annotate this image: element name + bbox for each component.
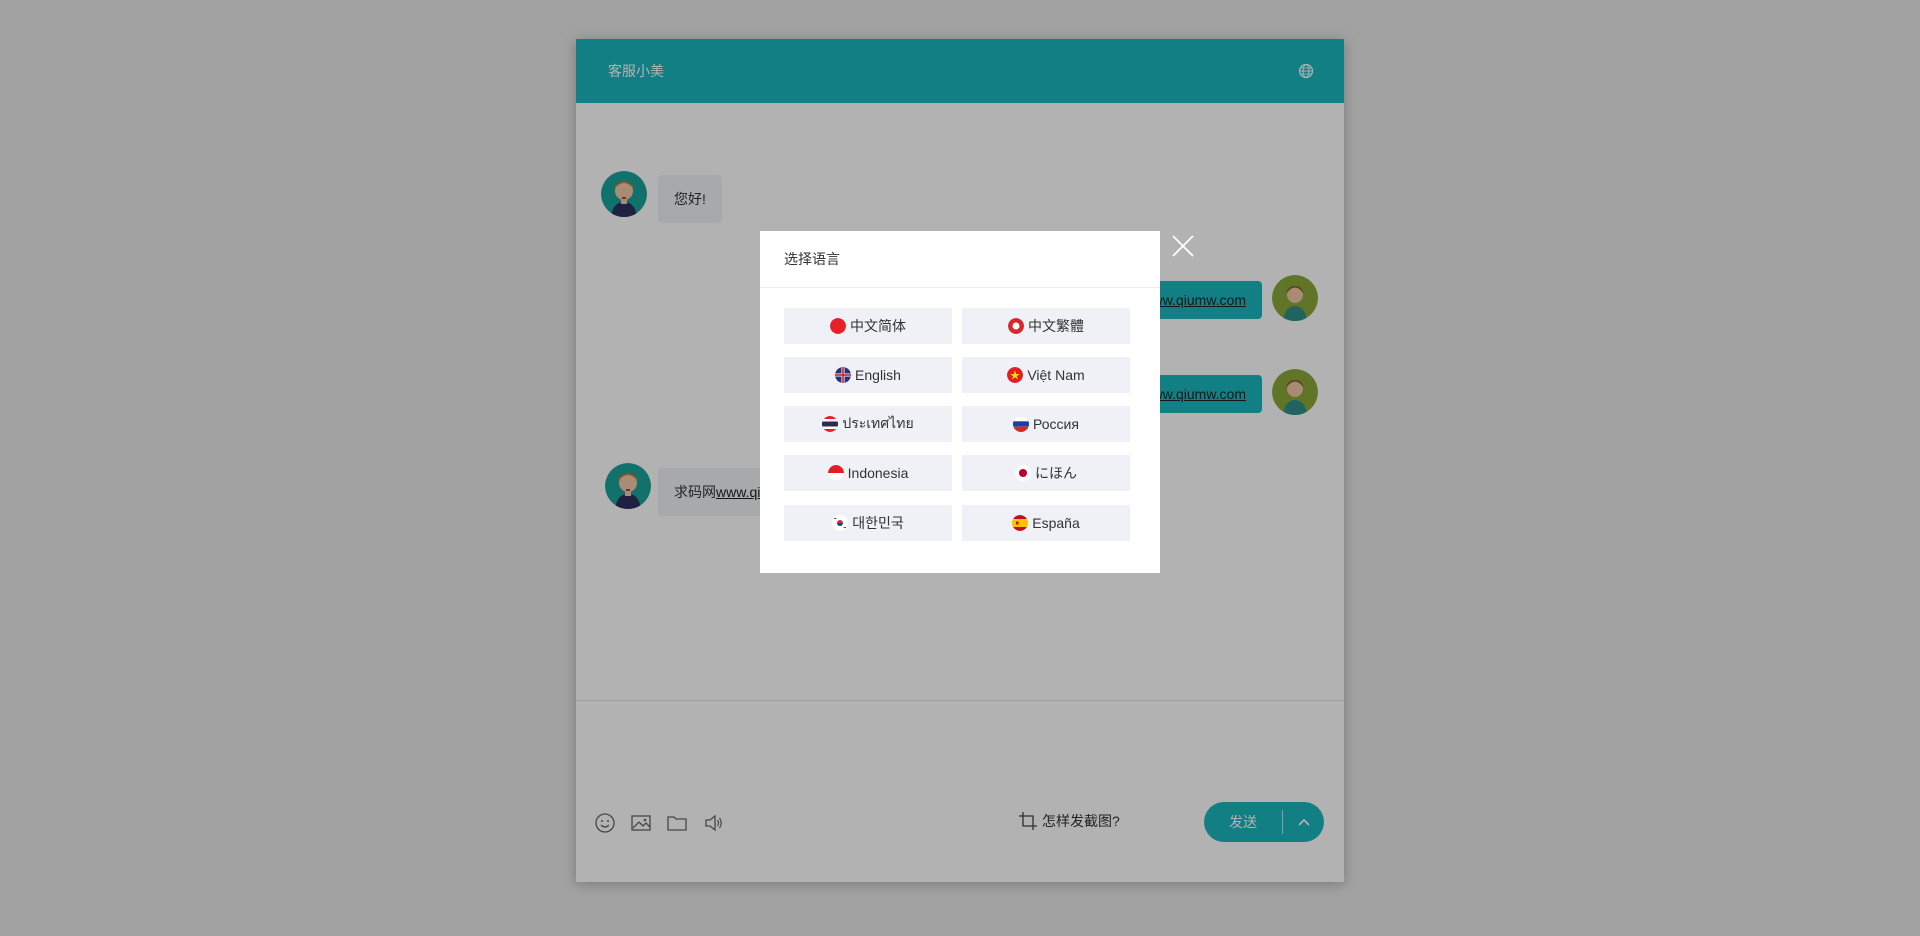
id-flag-icon — [827, 465, 844, 481]
modal-divider — [760, 287, 1160, 288]
th-flag-icon — [822, 416, 839, 432]
language-option[interactable]: にほん — [962, 455, 1130, 491]
language-label: Indonesia — [847, 465, 909, 481]
kr-flag-icon — [832, 515, 849, 531]
language-label: ประเทศไทย — [842, 415, 914, 431]
language-label: Россия — [1033, 416, 1079, 432]
language-option[interactable]: 中文繁體 — [962, 308, 1130, 344]
cn-flag-icon — [830, 318, 846, 334]
language-option[interactable]: 대한민국 — [784, 505, 952, 541]
hk-flag-icon — [1008, 318, 1024, 334]
language-option[interactable]: ประเทศไทย — [784, 406, 952, 442]
jp-flag-icon — [1015, 465, 1031, 481]
language-label: English — [855, 367, 901, 383]
language-label: にほん — [1035, 465, 1077, 481]
language-option[interactable]: Россия — [962, 406, 1130, 442]
language-label: España — [1032, 515, 1080, 531]
vn-flag-icon — [1007, 367, 1024, 383]
language-modal: 选择语言 中文简体 中文繁體 English Việt Nam ประเทศไท… — [760, 231, 1194, 573]
language-option[interactable]: Indonesia — [784, 455, 952, 491]
language-option[interactable]: English — [784, 357, 952, 393]
ru-flag-icon — [1013, 416, 1030, 432]
language-option[interactable]: 中文简体 — [784, 308, 952, 344]
es-flag-icon — [1012, 515, 1029, 531]
language-option[interactable]: España — [962, 505, 1130, 541]
close-icon[interactable] — [1170, 233, 1196, 259]
language-label: 대한민국 — [852, 515, 904, 531]
language-label: Việt Nam — [1027, 367, 1085, 383]
language-label: 中文繁體 — [1028, 318, 1084, 334]
uk-flag-icon — [835, 367, 852, 383]
language-option[interactable]: Việt Nam — [962, 357, 1130, 393]
modal-title: 选择语言 — [784, 251, 840, 267]
language-label: 中文简体 — [850, 318, 906, 334]
